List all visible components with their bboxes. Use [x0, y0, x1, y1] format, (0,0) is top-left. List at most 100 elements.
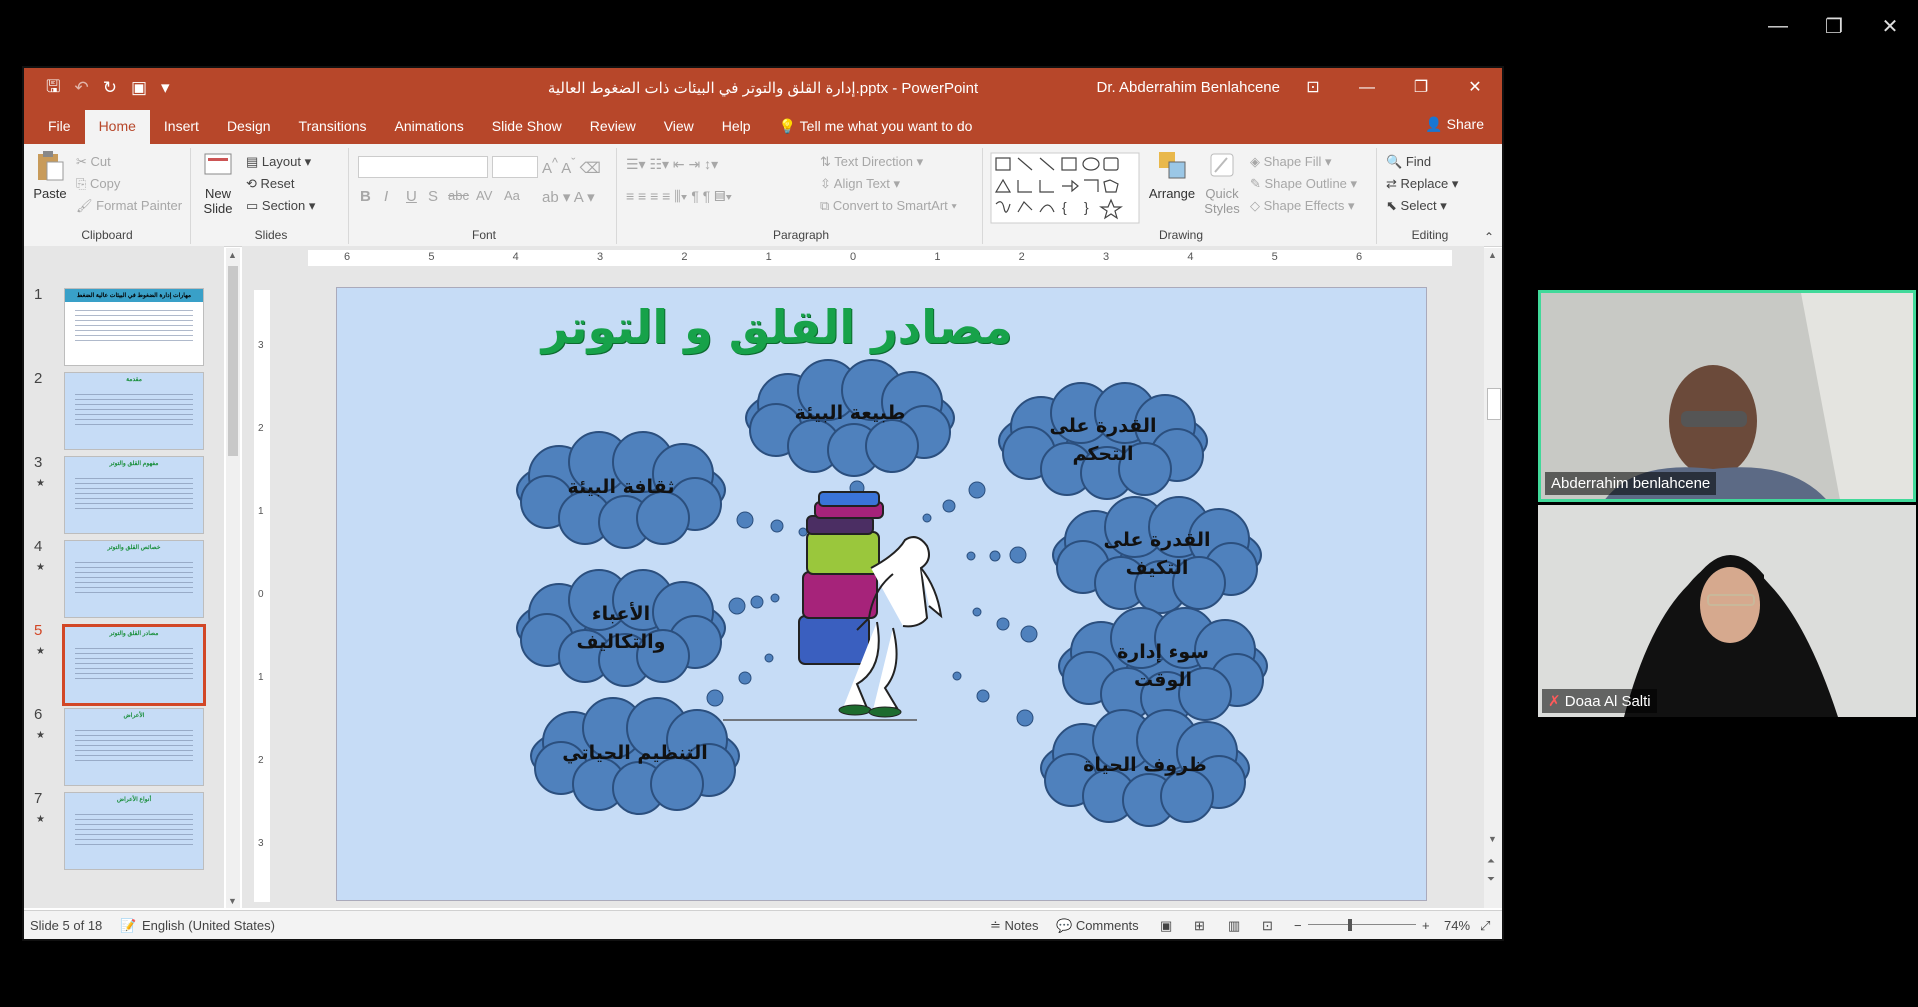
next-slide-icon[interactable]: ⏷ [1487, 874, 1495, 885]
scroll-up-icon[interactable]: ▲ [228, 250, 237, 260]
underline-button[interactable]: U [406, 188, 417, 205]
thumbnail-scroll-thumb[interactable] [228, 266, 238, 456]
tab-insert[interactable]: Insert [150, 110, 213, 144]
font-size-box[interactable] [492, 156, 538, 178]
slide-thumbnail-5[interactable]: مصادر القلق والتوتر [62, 624, 206, 706]
zoom-out-icon[interactable]: − [1294, 918, 1302, 933]
shapes-gallery[interactable]: { } [990, 152, 1140, 224]
italic-button[interactable]: I [384, 188, 388, 205]
previous-slide-icon[interactable]: ⏶ [1487, 856, 1495, 867]
participant-tile-1[interactable]: Abderrahim benlahcene [1538, 290, 1916, 502]
grow-font-icon[interactable]: A^ Aˇ ⌫ [542, 156, 601, 177]
participant-tile-2[interactable]: ✗ Doaa Al Salti [1538, 505, 1916, 717]
editor-scroll-thumb[interactable] [1487, 388, 1501, 420]
close-icon[interactable]: ✕ [1862, 0, 1918, 52]
thumbnail-scrollbar[interactable]: ▲ ▼ [226, 248, 240, 908]
find-button[interactable]: 🔍 Find [1386, 154, 1431, 170]
cut-button[interactable]: ✂ Cut [76, 154, 111, 170]
cloud-8[interactable]: ظروف الحياة [1045, 754, 1245, 776]
ribbon-display-icon[interactable]: ⊡ [1286, 68, 1340, 108]
tell-me-search[interactable]: 💡 Tell me what you want to do [765, 110, 987, 144]
cloud-5[interactable]: الأعباء والتكاليف [521, 600, 721, 656]
cloud-7[interactable]: التنظيم الحياتي [535, 742, 735, 764]
cloud-6-line-1: سوء إدارة [1117, 641, 1209, 663]
font-name-box[interactable] [358, 156, 488, 178]
slide-thumbnail-4[interactable]: خصائص القلق والتوتر [64, 540, 204, 618]
bold-button[interactable]: B [360, 188, 371, 205]
zoom-slider-thumb[interactable] [1348, 919, 1352, 931]
align-text-button[interactable]: ⇳ Align Text ▾ [820, 176, 900, 192]
strikethrough-button[interactable]: abc [448, 188, 469, 203]
replace-button[interactable]: ⇄ Replace ▾ [1386, 176, 1458, 192]
smartart-button[interactable]: ⧉ Convert to SmartArt ▾ [820, 198, 957, 214]
font-color-icon[interactable]: ab ▾ A ▾ [542, 188, 595, 206]
tab-transitions[interactable]: Transitions [285, 110, 381, 144]
fit-slide-icon[interactable]: ⤢ [1480, 918, 1490, 934]
zoom-in-icon[interactable]: + [1422, 918, 1430, 933]
tab-animations[interactable]: Animations [380, 110, 477, 144]
signed-in-user[interactable]: Dr. Abderrahim Benlahcene [1097, 79, 1280, 96]
reading-view-icon[interactable]: ▥ [1228, 918, 1240, 934]
slide-thumbnail-3[interactable]: مفهوم القلق والتوتر [64, 456, 204, 534]
shape-fill-button[interactable]: ◈ Shape Fill ▾ [1250, 154, 1332, 170]
editor-scroll-down-icon[interactable]: ▼ [1488, 834, 1497, 844]
cloud-4[interactable]: القدرة على التكيف [1057, 526, 1257, 582]
slideshow-view-icon[interactable]: ⊡ [1262, 918, 1273, 934]
slide-thumbnail-2[interactable]: مقدمة [64, 372, 204, 450]
tab-review[interactable]: Review [576, 110, 650, 144]
slide-thumbnail-6[interactable]: الأعراض [64, 708, 204, 786]
cloud-1[interactable]: طبيعة البيئة [750, 402, 950, 424]
format-painter-button[interactable]: 🖌 Format Painter [76, 198, 182, 214]
tab-view[interactable]: View [650, 110, 708, 144]
share-button[interactable]: 👤 Share [1425, 116, 1484, 133]
char-spacing-button[interactable]: AV [476, 188, 492, 203]
align-icons[interactable]: ≡ ≡ ≡ ≡ ⫼▾ ¶ ¶ ▤▾ [626, 188, 732, 205]
scroll-down-icon[interactable]: ▼ [228, 896, 237, 906]
ppt-restore-icon[interactable]: ❐ [1394, 68, 1448, 108]
tab-help[interactable]: Help [708, 110, 765, 144]
shadow-button[interactable]: S [428, 188, 438, 205]
cloud-2[interactable]: القدرة على التحكم [1003, 412, 1203, 468]
text-direction-button[interactable]: ⇅ Text Direction ▾ [820, 154, 923, 170]
change-case-button[interactable]: Aa [504, 188, 520, 203]
thumbnail-title: الأعراض [123, 713, 145, 719]
tab-file[interactable]: File [34, 110, 85, 144]
cloud-3[interactable]: ثقافة البيئة [521, 476, 721, 498]
bullets-icon[interactable]: ☰▾ ☷▾ ⇤ ⇥ ↕▾ [626, 156, 718, 173]
ppt-close-icon[interactable]: ✕ [1448, 68, 1502, 108]
slide-canvas[interactable]: مصادر القلق و التوتر طبيعة البيئة القدرة… [337, 288, 1426, 900]
tab-slide-show[interactable]: Slide Show [478, 110, 576, 144]
zoom-level[interactable]: 74% [1444, 918, 1470, 933]
copy-label: Copy [90, 176, 121, 191]
normal-view-icon[interactable]: ▣ [1160, 918, 1172, 934]
minimize-icon[interactable]: — [1750, 0, 1806, 52]
tab-home[interactable]: Home [84, 110, 150, 144]
notes-button[interactable]: ≐ Notes [990, 918, 1038, 934]
slide-sorter-icon[interactable]: ⊞ [1194, 918, 1205, 934]
editor-scroll-up-icon[interactable]: ▲ [1488, 250, 1497, 260]
select-button[interactable]: ⬉ Select ▾ [1386, 198, 1447, 214]
paste-button[interactable]: Paste [30, 150, 70, 201]
slide-title[interactable]: مصادر القلق و التوتر [337, 300, 1217, 354]
layout-button[interactable]: ▤ Layout ▾ [246, 154, 311, 170]
copy-button[interactable]: ⎘ Copy [76, 176, 120, 192]
shape-effects-button[interactable]: ◇ Shape Effects ▾ [1250, 198, 1354, 214]
ppt-minimize-icon[interactable]: — [1340, 68, 1394, 108]
tab-design[interactable]: Design [213, 110, 285, 144]
language-indicator[interactable]: English (United States) [142, 918, 275, 933]
section-button[interactable]: ▭ Section ▾ [246, 198, 315, 214]
comments-button[interactable]: 💬 Comments [1056, 918, 1139, 934]
shape-outline-button[interactable]: ✎ Shape Outline ▾ [1250, 176, 1357, 192]
editor-scrollbar[interactable]: ▲ ▼ ⏶ ⏷ [1484, 248, 1502, 908]
arrange-button[interactable]: Arrange [1146, 150, 1198, 201]
slide-thumbnail-1[interactable]: مهارات إدارة الضغوط في البيئات عالية الض… [64, 288, 204, 366]
reset-button[interactable]: ⟲ Reset [246, 176, 294, 192]
collapse-ribbon-icon[interactable]: ⌃ [1484, 230, 1494, 244]
quick-styles-button[interactable]: Quick Styles [1200, 150, 1244, 216]
slide-thumbnail-7[interactable]: أنواع الأعراض [64, 792, 204, 870]
new-slide-button[interactable]: New Slide [196, 150, 240, 216]
spelling-icon[interactable]: 📝 [120, 918, 136, 934]
restore-icon[interactable]: ❐ [1806, 0, 1862, 52]
cloud-6[interactable]: سوء إدارة الوقت [1063, 638, 1263, 694]
zoom-slider-track[interactable] [1308, 924, 1416, 925]
